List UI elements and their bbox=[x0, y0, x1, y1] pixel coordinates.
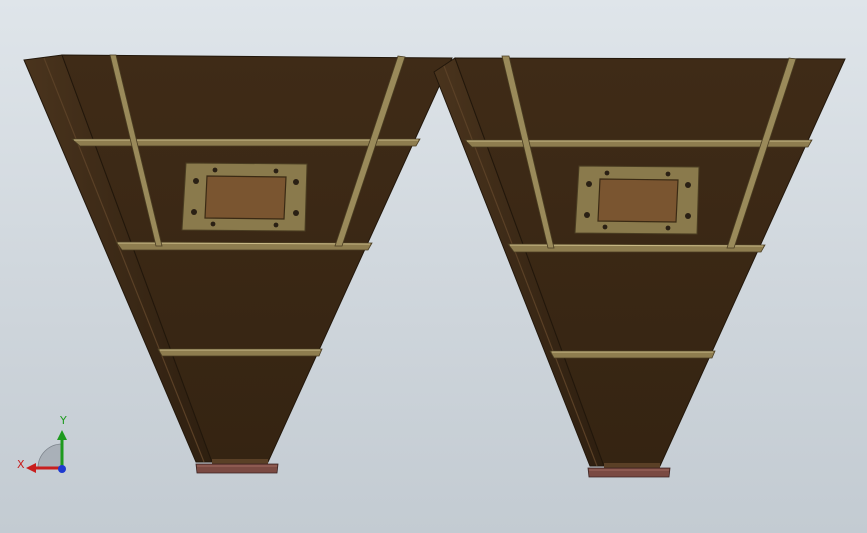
triad-y-arrowhead bbox=[57, 430, 67, 440]
hopper-right-inspection-door[interactable] bbox=[574, 165, 700, 235]
hopper-right[interactable] bbox=[433, 55, 846, 478]
triad-z-quarter-disc bbox=[37, 443, 63, 469]
hopper-left-stiffener-band-bottom bbox=[157, 348, 323, 357]
hopper-right-stiffener-band-middle bbox=[507, 243, 766, 253]
hopper-left-inspection-door[interactable] bbox=[181, 162, 308, 232]
hopper-left[interactable] bbox=[23, 54, 453, 474]
hopper-left-stiffener-band-middle bbox=[115, 241, 373, 251]
cad-model-scene[interactable] bbox=[0, 0, 867, 533]
cad-graphics-viewport[interactable]: Y X bbox=[0, 0, 867, 533]
hopper-right-stiffener-band-bottom bbox=[549, 350, 716, 359]
triad-x-arrowhead bbox=[26, 463, 36, 473]
view-orientation-triad[interactable] bbox=[26, 430, 67, 473]
triad-y-label: Y bbox=[60, 414, 67, 427]
hopper-left-stiffener-band-top bbox=[70, 138, 421, 147]
triad-x-label: X bbox=[17, 458, 25, 471]
triad-z-axis-dot bbox=[58, 465, 66, 473]
